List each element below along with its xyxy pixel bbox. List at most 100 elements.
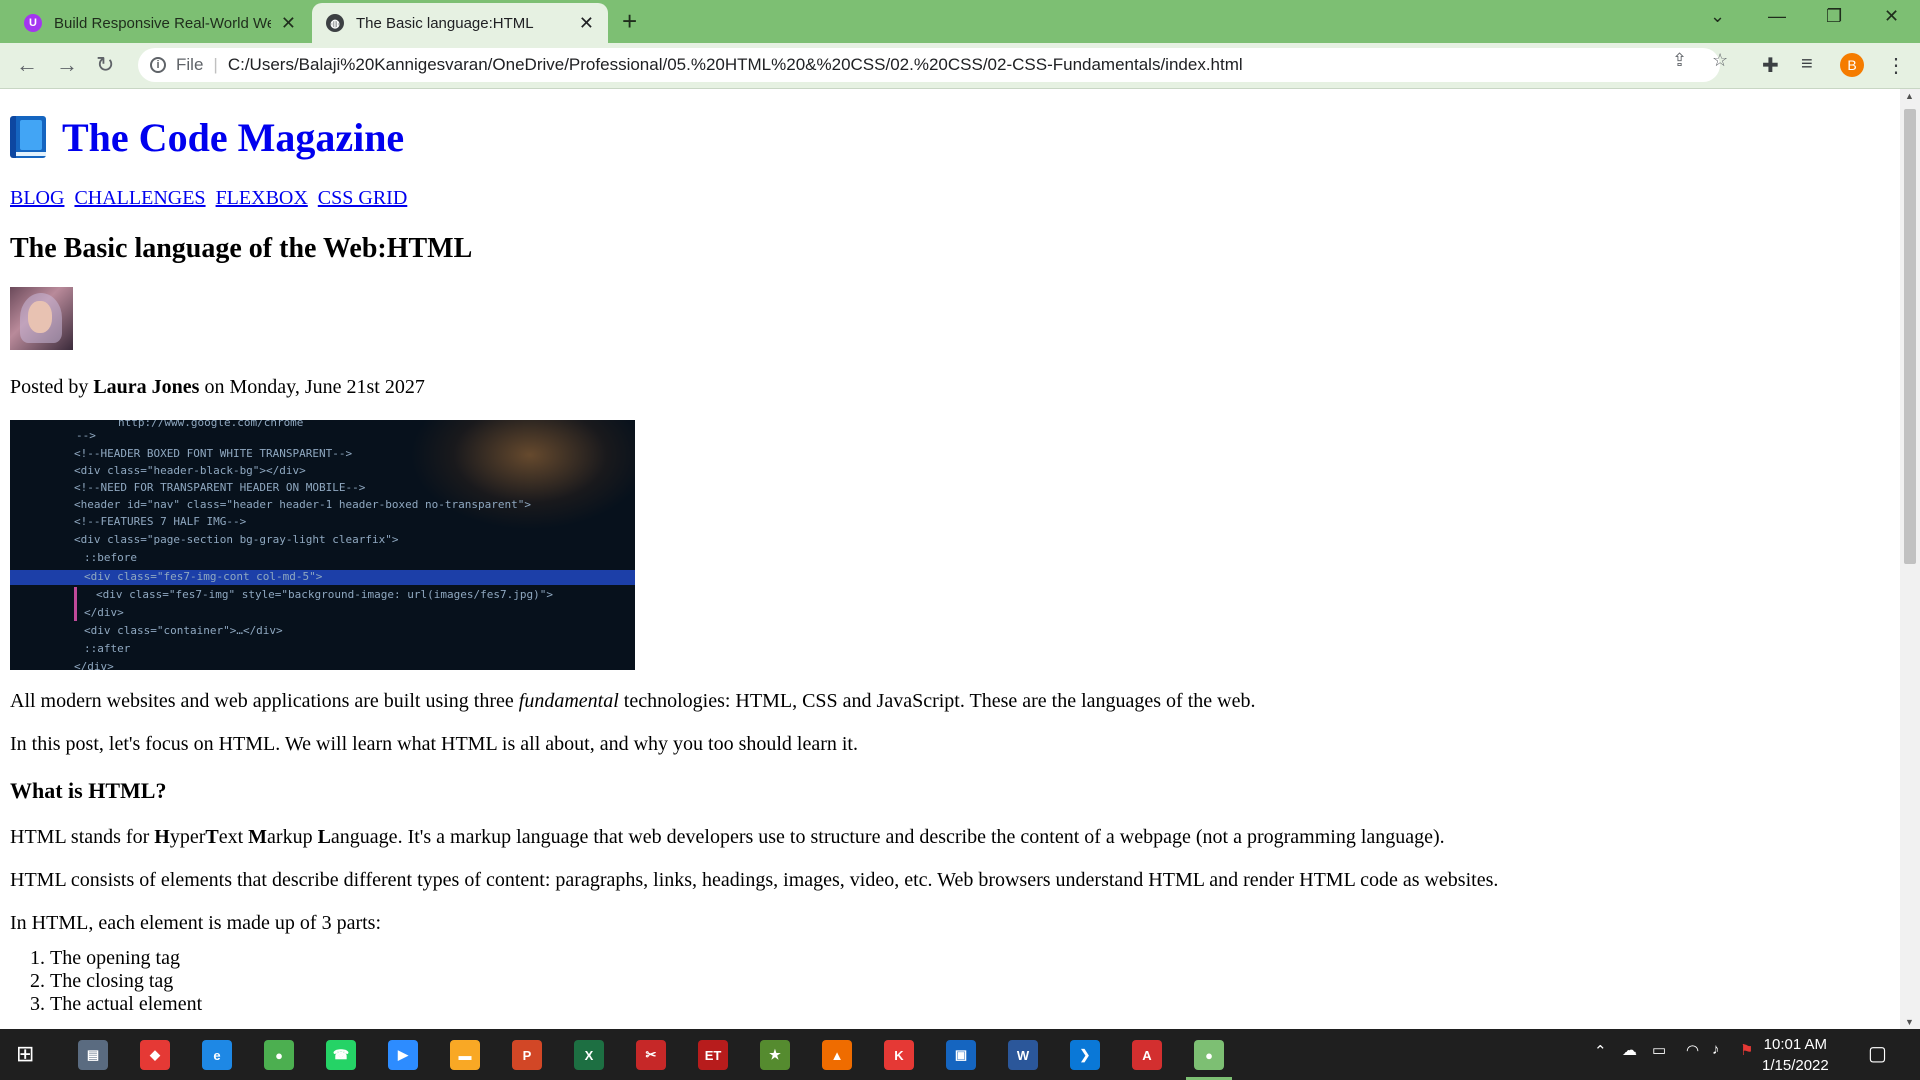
author-name: Laura Jones xyxy=(93,376,200,398)
chrome-icon[interactable]: ● xyxy=(264,1040,294,1070)
kingsoft-icon[interactable]: K xyxy=(884,1040,914,1070)
globe-icon: ◍ xyxy=(326,14,344,32)
page-viewport: The Code Magazine BLOG CHALLENGES FLEXBO… xyxy=(0,89,1900,1029)
et-app-icon[interactable]: ET xyxy=(698,1040,728,1070)
acronym-rest: ext xyxy=(218,826,249,848)
close-window-button[interactable]: ✕ xyxy=(1884,6,1899,27)
post-meta: Posted by Laura Jones on Monday, June 21… xyxy=(10,376,1890,400)
acronym-m: M xyxy=(248,826,268,848)
tab-strip: U Build Responsive Real-World Wel ✕ ◍ Th… xyxy=(0,0,1920,43)
tab-title: The Basic language:HTML xyxy=(356,14,534,32)
onedrive-icon[interactable]: ☁ xyxy=(1622,1041,1637,1059)
page-scrollbar[interactable]: ▲ ▼ xyxy=(1900,89,1920,1029)
tab-html-page[interactable]: ◍ The Basic language:HTML ✕ xyxy=(312,3,608,43)
section-heading: What is HTML? xyxy=(10,778,167,803)
tab-search-icon[interactable]: ⌄ xyxy=(1710,6,1725,27)
notification-app-icon[interactable]: ⚑ xyxy=(1740,1041,1753,1059)
edge-icon[interactable]: e xyxy=(202,1040,232,1070)
intro-paragraph: All modern websites and web applications… xyxy=(10,690,1890,713)
back-icon[interactable]: ← xyxy=(16,53,38,77)
forward-icon[interactable]: → xyxy=(56,53,78,77)
bookmark-star-icon[interactable]: ☆ xyxy=(1712,50,1728,71)
scrollbar-thumb[interactable] xyxy=(1904,109,1916,564)
file-explorer-alt-icon[interactable]: ▤ xyxy=(78,1040,108,1070)
volume-icon[interactable]: ♪ xyxy=(1712,1041,1720,1058)
book-icon xyxy=(10,116,46,158)
whatsapp-icon[interactable]: ☎ xyxy=(326,1040,356,1070)
code-line: --> xyxy=(76,429,96,442)
excel-icon[interactable]: X xyxy=(574,1040,604,1070)
scroll-down-icon[interactable]: ▼ xyxy=(1905,1017,1914,1027)
image-glow xyxy=(410,420,635,530)
word-icon[interactable]: W xyxy=(1008,1040,1038,1070)
menu-icon[interactable]: ⋮ xyxy=(1886,53,1906,78)
post-title: The Basic language of the Web:HTML xyxy=(10,233,473,264)
windows-start-icon[interactable]: ⊞ xyxy=(16,1041,34,1067)
remote-desktop-icon[interactable]: ▣ xyxy=(946,1040,976,1070)
action-center-icon[interactable]: ▢ xyxy=(1868,1041,1887,1066)
post-hero-image: http://www.google.com/chrome --> <!--HEA… xyxy=(10,420,635,670)
system-clock[interactable]: 10:01 AM 1/15/2022 xyxy=(1762,1034,1829,1076)
extensions-icon[interactable]: ✚ xyxy=(1762,53,1779,78)
code-line: </div> xyxy=(84,606,124,619)
zoom-icon[interactable]: ▶ xyxy=(388,1040,418,1070)
profile-avatar[interactable]: B xyxy=(1840,53,1864,77)
reading-list-icon[interactable]: ≡ xyxy=(1801,53,1813,76)
vscode-icon[interactable]: ❯ xyxy=(1070,1040,1100,1070)
udemy-icon: U xyxy=(24,14,42,32)
reload-icon[interactable]: ↻ xyxy=(96,53,114,77)
acronym-rest: yper xyxy=(169,826,206,848)
nav-link-flexbox[interactable]: FLEXBOX xyxy=(216,187,308,209)
list-item: The closing tag xyxy=(50,970,1890,993)
acronym-rest: arkup xyxy=(267,826,318,848)
tally-icon[interactable]: ★ xyxy=(760,1040,790,1070)
intro-after: technologies: HTML, CSS and JavaScript. … xyxy=(618,690,1256,712)
nav-link-css-grid[interactable]: CSS GRID xyxy=(318,187,407,209)
scroll-up-icon[interactable]: ▲ xyxy=(1905,91,1914,101)
taskbar: ⊞ ▤ ◆ e ● ☎ ▶ ▬ P X ✂ ET ★ ▲ K ▣ W ❯ A ● ⌃ ☁ ▭ ◠ ♪ ⚑ 10:01… xyxy=(0,1029,1920,1080)
code-line: <div class="fes7-img-cont col-md-5"> xyxy=(84,570,323,583)
intro-emphasis: fundamental xyxy=(518,690,619,712)
tab-udemy[interactable]: U Build Responsive Real-World Wel ✕ xyxy=(10,3,310,43)
address-bar[interactable]: i File | C:/Users/Balaji%20Kannigesvaran… xyxy=(138,48,1720,82)
code-line: <!--NEED FOR TRANSPARENT HEADER ON MOBIL… xyxy=(74,481,366,494)
code-line: ::before xyxy=(84,551,137,564)
new-tab-button[interactable]: + xyxy=(622,8,637,34)
acronym-h: H xyxy=(154,826,170,848)
intro-before: All modern websites and web applications… xyxy=(10,690,519,712)
vlc-icon[interactable]: ▲ xyxy=(822,1040,852,1070)
show-hidden-icons-icon[interactable]: ⌃ xyxy=(1594,1042,1607,1060)
share-icon[interactable]: ⇪ xyxy=(1672,50,1687,71)
anydesk-icon[interactable]: ◆ xyxy=(140,1040,170,1070)
browser-toolbar: ← → ↻ i File | C:/Users/Balaji%20Kannige… xyxy=(0,43,1920,89)
acronym-l: L xyxy=(317,826,331,848)
clock-time: 10:01 AM xyxy=(1763,1036,1828,1053)
meta-prefix: Posted by xyxy=(10,376,89,398)
restore-button[interactable]: ❐ xyxy=(1826,6,1842,27)
close-icon[interactable]: ✕ xyxy=(281,13,296,34)
powerpoint-icon[interactable]: P xyxy=(512,1040,542,1070)
definition-lead: HTML stands for xyxy=(10,826,155,848)
nav-link-challenges[interactable]: CHALLENGES xyxy=(74,187,205,209)
list-item: The opening tag xyxy=(50,947,1890,970)
parts-intro: In HTML, each element is made up of 3 pa… xyxy=(10,912,381,934)
snipping-tool-icon[interactable]: ✂ xyxy=(636,1040,666,1070)
code-line: <div class="header-black-bg"></div> xyxy=(74,464,306,477)
code-line: http://www.google.com/chrome xyxy=(118,420,304,429)
code-line: <div class="fes7-img" style="background-… xyxy=(96,588,553,601)
url-text[interactable]: C:/Users/Balaji%20Kannigesvaran/OneDrive… xyxy=(228,55,1243,75)
acrobat-icon[interactable]: A xyxy=(1132,1040,1162,1070)
wifi-icon[interactable]: ◠ xyxy=(1686,1041,1699,1059)
code-line: <header id="nav" class="header header-1 … xyxy=(74,498,531,511)
battery-icon[interactable]: ▭ xyxy=(1652,1041,1666,1059)
close-icon[interactable]: ✕ xyxy=(579,13,594,34)
post-date: on Monday, June 21st 2027 xyxy=(204,376,425,398)
file-explorer-icon[interactable]: ▬ xyxy=(450,1040,480,1070)
code-line: <div class="page-section bg-gray-light c… xyxy=(74,533,399,546)
code-line: <!--FEATURES 7 HALF IMG--> xyxy=(74,515,247,528)
nav-link-blog[interactable]: BLOG xyxy=(10,187,64,209)
avatar-face xyxy=(28,301,52,333)
chrome-profile-icon[interactable]: ● xyxy=(1186,1040,1232,1080)
minimize-button[interactable]: — xyxy=(1768,6,1786,27)
info-icon[interactable]: i xyxy=(150,57,166,73)
